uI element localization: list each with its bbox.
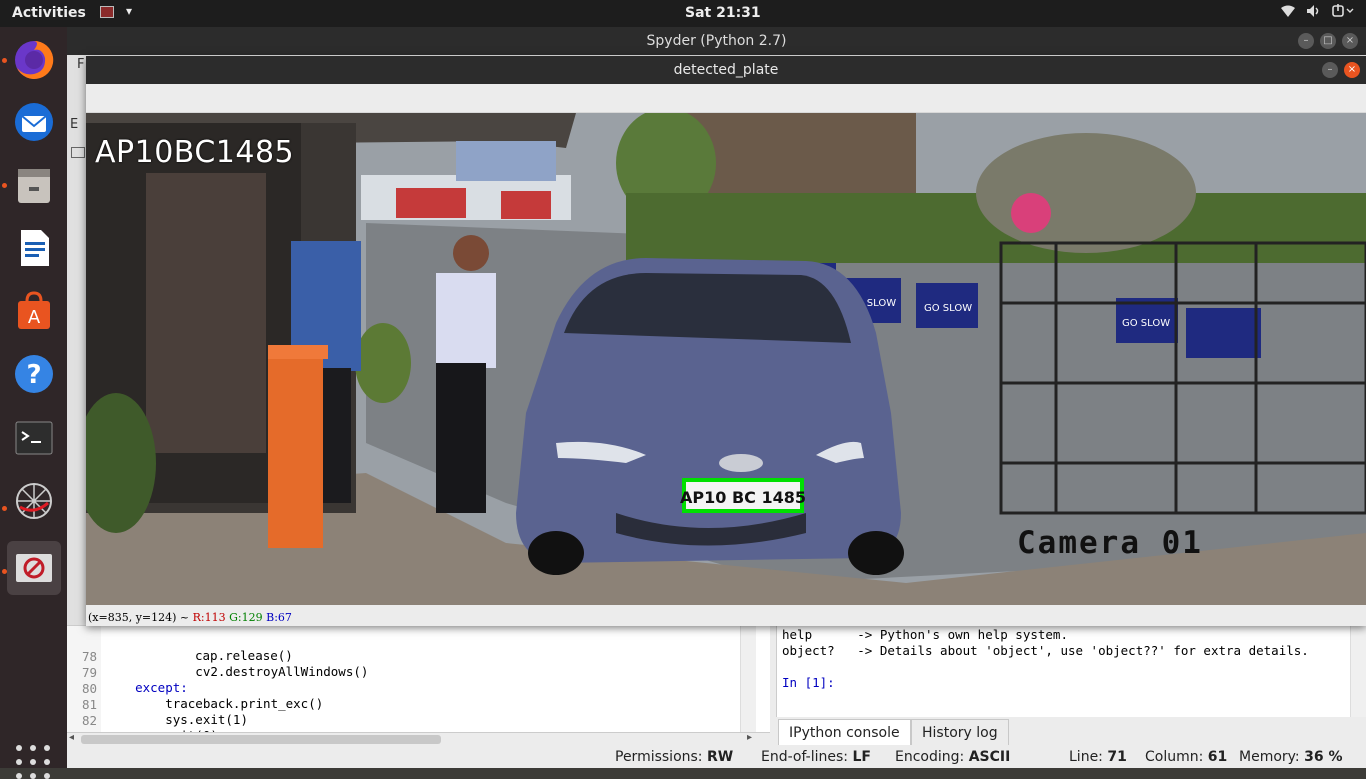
files-icon[interactable] — [7, 158, 61, 212]
spyder-title: Spyder (Python 2.7) — [646, 33, 787, 49]
running-indicator — [2, 58, 7, 63]
file-menu[interactable]: F — [77, 57, 84, 72]
svg-text:A: A — [28, 307, 41, 328]
recognized-plate-overlay: AP10BC1485 — [95, 135, 295, 170]
encoding-status: Encoding: ASCII — [895, 749, 1011, 765]
app-menu-icon[interactable] — [100, 6, 114, 18]
status-bar: Permissions: RW End-of-lines: LF Encodin… — [67, 746, 1366, 768]
svg-text:GO SLOW: GO SLOW — [1122, 318, 1170, 329]
detected-plate-window[interactable]: detected_plate – × GO SLOW GO SLOW GO SL… — [86, 56, 1366, 626]
tab-ipython-console[interactable]: IPython console — [778, 719, 911, 745]
chevron-down-icon[interactable]: ▾ — [126, 4, 132, 18]
camera-frame-image[interactable]: GO SLOW GO SLOW GO SLOW AP10 BC 1485 AP1… — [86, 113, 1366, 605]
editor-line: 83 — [67, 714, 707, 744]
green-value: G:129 — [229, 611, 263, 624]
editor-line: 80 traceback.print_exc() — [81, 681, 324, 711]
running-indicator — [2, 183, 7, 188]
dock: A ? — [0, 27, 67, 779]
eol-status: End-of-lines: LF — [761, 749, 871, 765]
terminal-icon[interactable] — [7, 411, 61, 465]
power-icon[interactable] — [1332, 4, 1354, 22]
plate-text: AP10 BC 1485 — [680, 488, 806, 507]
camera-label: Camera 01 — [1017, 525, 1203, 561]
cv-title-bar[interactable]: detected_plate – × — [86, 56, 1366, 84]
spyder-title-bar: Spyder (Python 2.7) – □ × — [67, 27, 1366, 55]
running-indicator — [2, 569, 7, 574]
wifi-icon[interactable] — [1280, 4, 1296, 22]
folder-icon[interactable] — [71, 147, 85, 158]
top-bar: Activities ▾ Sat 21:31 — [0, 0, 1366, 27]
editor-line: 81 sys.exit(1) — [81, 697, 248, 727]
spyder-window-controls: – □ × — [1298, 33, 1358, 49]
console-line: object? -> Details about 'object', use '… — [782, 643, 1309, 658]
editor-line: 79 except: — [81, 665, 188, 695]
minimize-icon[interactable]: – — [1298, 33, 1314, 49]
permissions-status: Permissions: RW — [615, 749, 734, 765]
close-icon[interactable]: × — [1344, 62, 1360, 78]
cv-window-title: detected_plate — [673, 62, 779, 78]
help-icon[interactable]: ? — [7, 347, 61, 401]
spyder-left-edge: F E — [67, 55, 86, 625]
line-status: Line: 71 — [1069, 749, 1127, 765]
maximize-icon[interactable]: □ — [1320, 33, 1336, 49]
cv-window-controls: – × — [1322, 62, 1360, 78]
console-prompt[interactable]: In [1]: — [782, 675, 835, 690]
clock[interactable]: Sat 21:31 — [685, 5, 761, 21]
ipython-console[interactable]: help -> Python's own help system. object… — [776, 625, 1366, 717]
show-applications-icon[interactable] — [16, 745, 50, 779]
cursor-coords: (x=835, y=124) ~ — [88, 611, 190, 624]
red-value: R:113 — [192, 611, 226, 624]
writer-icon[interactable] — [7, 221, 61, 275]
activities-button[interactable]: Activities — [12, 5, 86, 21]
column-status: Column: 61 — [1145, 749, 1228, 765]
minimize-icon[interactable]: – — [1322, 62, 1338, 78]
scrollbar-thumb[interactable] — [81, 735, 441, 744]
memory-status: Memory: 36 % — [1239, 749, 1343, 765]
blue-value: B:67 — [266, 611, 292, 624]
spyder-icon[interactable] — [7, 474, 61, 528]
editor-vertical-scrollbar[interactable] — [740, 626, 756, 733]
console-line: help -> Python's own help system. — [782, 627, 1068, 642]
editor-pane-label: E — [70, 117, 79, 132]
scroll-right-icon[interactable]: ▸ — [747, 732, 752, 743]
close-icon[interactable]: × — [1342, 33, 1358, 49]
scroll-left-icon[interactable]: ◂ — [69, 732, 74, 743]
editor-line: 78 cv2.destroyAllWindows() — [81, 649, 369, 679]
tab-history-log[interactable]: History log — [911, 719, 1009, 745]
cv-toolbar — [86, 84, 1366, 113]
svg-text:?: ? — [26, 360, 41, 390]
software-center-icon[interactable]: A — [7, 284, 61, 338]
firefox-icon[interactable] — [7, 33, 61, 87]
volume-icon[interactable] — [1306, 4, 1322, 22]
console-vertical-scrollbar[interactable] — [1350, 625, 1366, 717]
code-editor[interactable]: cap.release() 78 cv2.destroyAllWindows()… — [67, 625, 770, 744]
thunderbird-icon[interactable] — [7, 95, 61, 149]
system-tray[interactable] — [1280, 4, 1354, 22]
svg-text:GO SLOW: GO SLOW — [924, 303, 972, 314]
opencv-window-icon[interactable] — [7, 541, 61, 595]
running-indicator — [2, 506, 7, 511]
pixel-info-status: (x=835, y=124) ~ R:113 G:129 B:67 — [86, 605, 1366, 626]
editor-horizontal-scrollbar[interactable]: ◂ ▸ — [67, 732, 770, 746]
editor-line: 82 sys.exit(0) — [81, 713, 218, 743]
console-tabs: IPython console History log — [776, 717, 1366, 745]
